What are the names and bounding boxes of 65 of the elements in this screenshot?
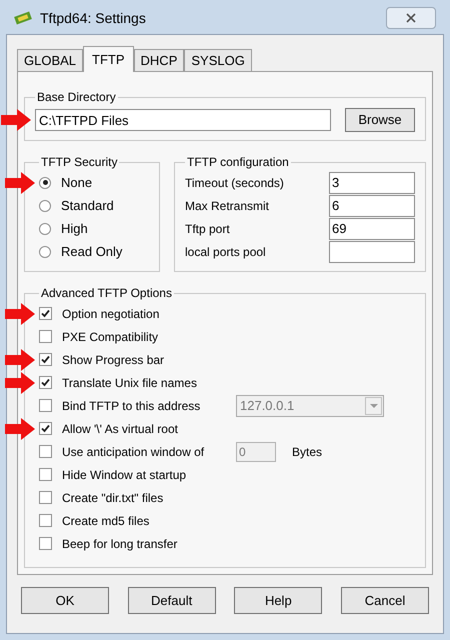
option-label: Bind TFTP to this address: [62, 398, 202, 414]
number-field[interactable]: 6: [329, 194, 415, 216]
checkbox[interactable]: [39, 376, 52, 389]
directory-field[interactable]: C:\TFTPD Files: [35, 109, 331, 131]
field-label: Max Retransmit: [185, 198, 270, 214]
dialog-button[interactable]: OK: [21, 587, 109, 614]
close-icon: [406, 13, 416, 23]
group-title: TFTP configuration: [186, 154, 290, 171]
option-label: Show Progress bar: [62, 352, 166, 368]
option-label: Create "dir.txt" files: [62, 490, 164, 506]
radio-label: Read Only: [61, 242, 122, 261]
dialog-button[interactable]: Cancel: [340, 587, 429, 614]
tab[interactable]: DHCP: [134, 49, 184, 71]
unit-label: Bytes: [292, 444, 322, 460]
option-label: Create md5 files: [62, 512, 150, 530]
checkbox[interactable]: [39, 491, 52, 504]
check-icon: [41, 424, 50, 433]
close-button[interactable]: [386, 7, 436, 29]
field-label: Timeout (seconds): [185, 174, 285, 192]
checkbox[interactable]: [39, 537, 52, 550]
check-icon: [41, 378, 50, 387]
tab[interactable]: GLOBAL: [17, 49, 84, 71]
checkbox[interactable]: [39, 399, 52, 412]
option-label: Use anticipation window of: [62, 444, 206, 460]
dropdown-value: 127.0.0.1: [240, 396, 296, 415]
check-icon: [41, 309, 50, 318]
radio-button[interactable]: [39, 176, 51, 188]
option-label: Hide Window at startup: [62, 466, 188, 484]
radio-button[interactable]: [39, 246, 51, 258]
caret-icon: [370, 404, 378, 408]
field-label: Tftp port: [185, 220, 231, 238]
dialog-button[interactable]: Default: [128, 587, 216, 614]
radio-label: High: [61, 220, 88, 238]
group-title: Base Directory: [36, 89, 117, 106]
option-label: PXE Compatibility: [62, 328, 160, 346]
field-label: local ports pool: [185, 244, 267, 260]
radio-label: None: [61, 174, 92, 192]
number-field[interactable]: 3: [329, 172, 415, 194]
checkbox[interactable]: [39, 514, 52, 527]
radio-button[interactable]: [39, 222, 51, 234]
option-label: Beep for long transfer: [62, 536, 178, 552]
radio-label: Standard: [61, 196, 114, 215]
checkbox[interactable]: [39, 330, 52, 343]
tab[interactable]: TFTP: [83, 46, 134, 72]
option-label: Translate Unix file names: [62, 374, 198, 392]
dropdown-toggle[interactable]: [365, 396, 382, 414]
window-title: Tftpd64: Settings: [40, 8, 146, 28]
option-label: Option negotiation: [62, 306, 160, 322]
checkbox[interactable]: [39, 307, 52, 320]
group-title: Advanced TFTP Options: [40, 285, 173, 302]
window-size-field[interactable]: 0: [236, 442, 276, 462]
option-label: Allow '\' As virtual root: [62, 420, 179, 438]
dialog-button[interactable]: Help: [234, 587, 322, 614]
checkbox[interactable]: [39, 353, 52, 366]
number-field[interactable]: [329, 240, 415, 262]
number-field[interactable]: 69: [329, 218, 415, 240]
checkbox[interactable]: [39, 445, 52, 458]
checkbox[interactable]: [39, 468, 52, 481]
group-title: TFTP Security: [40, 154, 118, 171]
tab[interactable]: SYSLOG: [184, 49, 252, 71]
browse-button[interactable]: Browse: [345, 108, 415, 132]
check-icon: [41, 355, 50, 364]
address-dropdown[interactable]: 127.0.0.1: [236, 394, 384, 416]
radio-button[interactable]: [39, 200, 51, 212]
checkbox[interactable]: [39, 422, 52, 435]
